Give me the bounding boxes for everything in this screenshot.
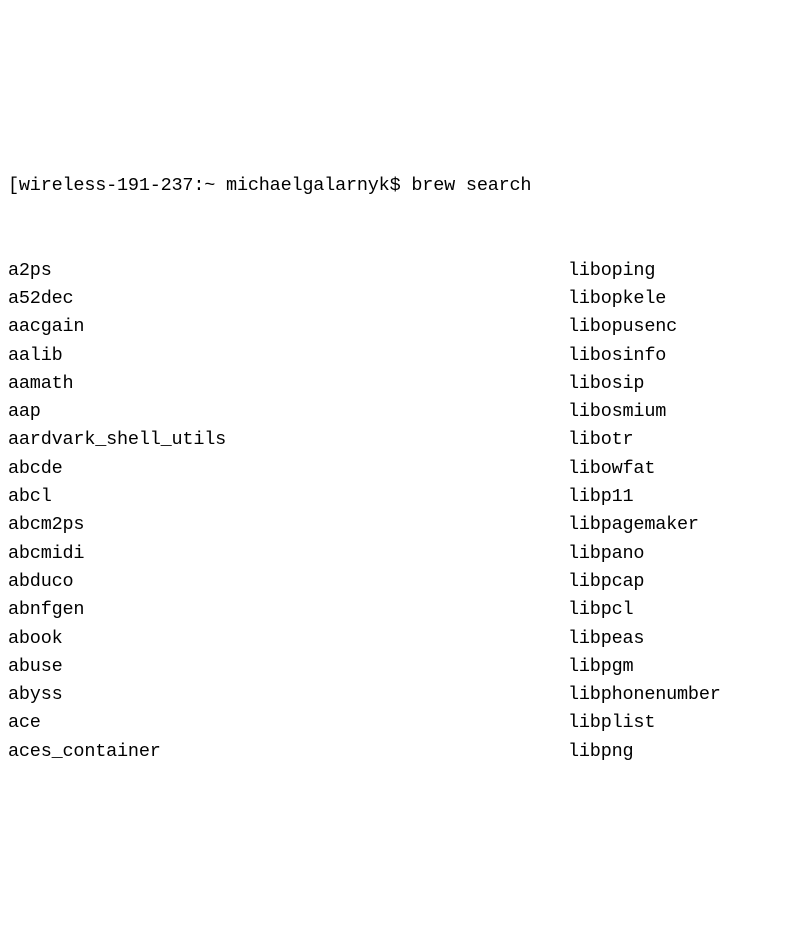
list-item: abcm2ps [8, 511, 568, 539]
list-item: libplist [568, 709, 782, 737]
list-item: libphonenumber [568, 681, 782, 709]
prompt-user: michaelgalarnyk [215, 175, 389, 196]
list-item: a2ps [8, 257, 568, 285]
list-item: liboping [568, 257, 782, 285]
prompt-path: ~ [204, 175, 215, 196]
list-item: libosip [568, 370, 782, 398]
prompt-dollar: $ [390, 175, 401, 196]
prompt-colon: : [193, 175, 204, 196]
command-text: brew search [401, 175, 532, 196]
list-item: abcmidi [8, 540, 568, 568]
output-columns: a2psa52decaacgainaalibaamathaapaardvark_… [8, 257, 782, 766]
output-column-right: libopinglibopkelelibopusenclibosinfolibo… [568, 257, 782, 766]
list-item: libopusenc [568, 313, 782, 341]
list-item: libpgm [568, 653, 782, 681]
list-item: aamath [8, 370, 568, 398]
list-item: aap [8, 398, 568, 426]
output-column-left: a2psa52decaacgainaalibaamathaapaardvark_… [8, 257, 568, 766]
list-item: abnfgen [8, 596, 568, 624]
list-item: libosinfo [568, 342, 782, 370]
list-item: aalib [8, 342, 568, 370]
list-item: aces_container [8, 738, 568, 766]
list-item: libpagemaker [568, 511, 782, 539]
terminal-output: [wireless-191-237:~ michaelgalarnyk$ bre… [8, 115, 782, 794]
prompt-line[interactable]: [wireless-191-237:~ michaelgalarnyk$ bre… [8, 172, 782, 200]
list-item: libpcl [568, 596, 782, 624]
list-item: abduco [8, 568, 568, 596]
list-item: aardvark_shell_utils [8, 426, 568, 454]
list-item: a52dec [8, 285, 568, 313]
list-item: ace [8, 709, 568, 737]
list-item: abook [8, 625, 568, 653]
list-item: abuse [8, 653, 568, 681]
prompt-host: wireless-191-237 [19, 175, 193, 196]
list-item: libpeas [568, 625, 782, 653]
list-item: abcde [8, 455, 568, 483]
list-item: abcl [8, 483, 568, 511]
list-item: libp11 [568, 483, 782, 511]
list-item: abyss [8, 681, 568, 709]
list-item: libpcap [568, 568, 782, 596]
list-item: libpano [568, 540, 782, 568]
list-item: libopkele [568, 285, 782, 313]
list-item: libpng [568, 738, 782, 766]
list-item: aacgain [8, 313, 568, 341]
list-item: libotr [568, 426, 782, 454]
prompt-bracket: [ [8, 175, 19, 196]
list-item: libowfat [568, 455, 782, 483]
list-item: libosmium [568, 398, 782, 426]
